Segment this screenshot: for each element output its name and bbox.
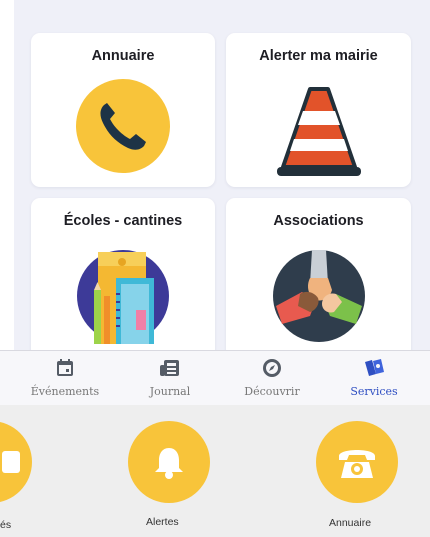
nav-label: Événements — [30, 385, 100, 398]
nav-tab-journal[interactable]: Journal — [115, 358, 225, 398]
telephone-icon — [339, 450, 375, 478]
compass-icon — [217, 358, 327, 380]
services-icon — [319, 358, 429, 380]
nav-tab-decouvrir[interactable]: Découvrir — [217, 358, 327, 398]
card-ecoles-cantines[interactable]: Écoles - cantines — [31, 198, 215, 358]
school-supplies-icon — [31, 244, 215, 344]
card-title: Associations — [273, 213, 364, 229]
nav-tab-evenements[interactable]: Événements — [10, 358, 120, 398]
card-title: Annuaire — [91, 48, 155, 64]
shortcut-alertes-label: Alertes — [146, 516, 179, 528]
shortcut-annuaire-button[interactable] — [316, 421, 398, 503]
joined-hands-icon — [226, 244, 411, 344]
shortcut-partial-button[interactable] — [0, 421, 32, 503]
nav-label: Services — [350, 385, 398, 398]
partial-icon — [2, 451, 20, 473]
nav-tab-services[interactable]: Services — [319, 358, 429, 398]
nav-label: Découvrir — [244, 385, 300, 398]
nav-label: Journal — [149, 385, 191, 398]
services-screen: Annuaire Alerter ma mairie Écoles - cant… — [0, 0, 430, 405]
left-gutter — [0, 0, 14, 350]
phone-icon — [31, 79, 215, 173]
shortcut-strip: és Alertes Annuaire — [0, 405, 430, 537]
card-annuaire[interactable]: Annuaire — [31, 33, 215, 187]
shortcut-annuaire-label: Annuaire — [329, 517, 372, 529]
shortcut-partial-label: és — [0, 519, 12, 531]
shortcut-alertes-button[interactable] — [128, 421, 210, 503]
card-title: Écoles - cantines — [63, 213, 183, 229]
traffic-cone-icon — [226, 85, 411, 179]
card-associations[interactable]: Associations — [226, 198, 411, 358]
card-alerter-ma-mairie[interactable]: Alerter ma mairie — [226, 33, 411, 187]
newspaper-icon — [115, 358, 225, 380]
bell-icon — [155, 448, 183, 479]
bottom-navigation: Événements Journal Découvrir Services — [0, 350, 430, 405]
card-title: Alerter ma mairie — [259, 48, 378, 64]
calendar-icon — [10, 358, 120, 380]
